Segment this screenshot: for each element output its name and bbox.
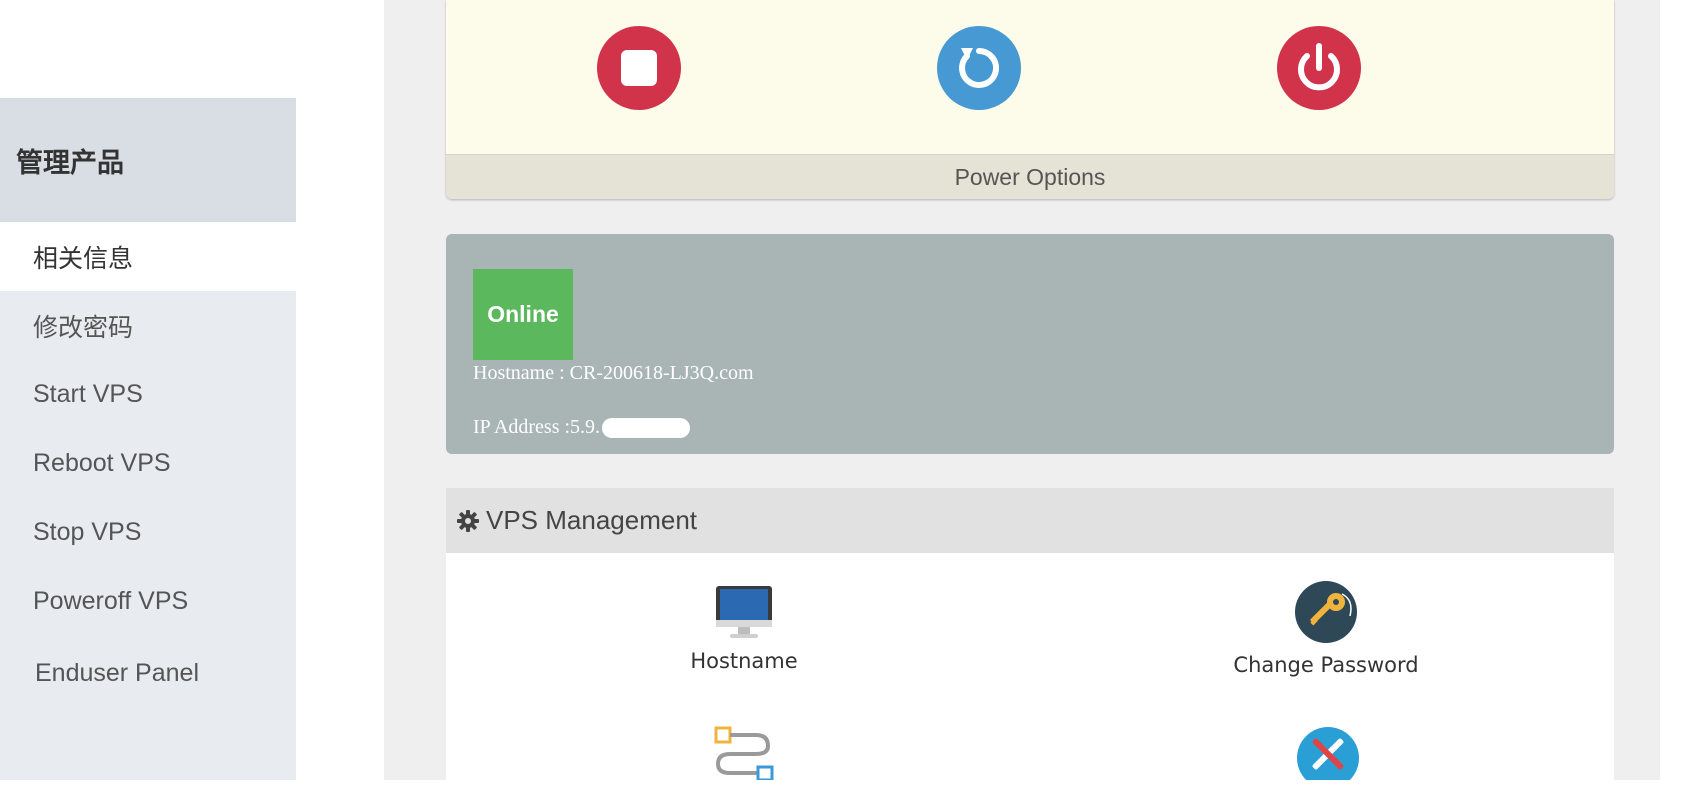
- sidebar-item-info[interactable]: 相关信息: [0, 222, 296, 291]
- sidebar-title: 管理产品: [0, 98, 296, 222]
- status-badge: Online: [473, 269, 573, 360]
- network-icon: [712, 726, 776, 785]
- power-options-panel: Power Options: [446, 0, 1614, 199]
- change-password-tile-label: Change Password: [1233, 653, 1419, 677]
- hostname-tile[interactable]: Hostname: [674, 580, 814, 673]
- sidebar: 管理产品 相关信息 修改密码 Start VPS Reboot VPS Stop…: [0, 0, 296, 780]
- page-edge: [1660, 0, 1684, 780]
- vps-status-panel: Online Hostname : CR-200618-LJ3Q.com IP …: [446, 234, 1614, 454]
- reboot-icon: [937, 26, 1021, 110]
- vps-management-panel: VPS Management Hostname Change Password: [446, 488, 1614, 785]
- ip-address-info: IP Address :5.9.: [473, 416, 691, 439]
- sidebar-item-start-vps[interactable]: Start VPS: [0, 360, 296, 429]
- vps-management-title: VPS Management: [486, 505, 698, 535]
- monitor-icon: [714, 580, 774, 645]
- sidebar-item-enduser-panel[interactable]: Enduser Panel: [0, 636, 296, 711]
- stop-button[interactable]: [597, 26, 681, 110]
- sidebar-item-reboot-vps[interactable]: Reboot VPS: [0, 429, 296, 498]
- sidebar-item-poweroff-vps[interactable]: Poweroff VPS: [0, 567, 296, 636]
- sidebar-menu: 相关信息 修改密码 Start VPS Reboot VPS Stop VPS …: [0, 222, 296, 780]
- ip-address-text: IP Address :5.9.: [473, 416, 601, 438]
- network-tile[interactable]: [704, 726, 784, 785]
- power-icon: [1277, 26, 1361, 110]
- hostname-info: Hostname : CR-200618-LJ3Q.com: [473, 362, 754, 384]
- sidebar-item-change-password[interactable]: 修改密码: [0, 291, 296, 360]
- power-options-label: Power Options: [446, 154, 1614, 199]
- reboot-button[interactable]: [937, 26, 1021, 110]
- vps-management-header: VPS Management: [446, 488, 1614, 553]
- poweroff-button[interactable]: [1277, 26, 1361, 110]
- key-icon: [1294, 580, 1358, 649]
- redacted-ip: [602, 417, 691, 438]
- sidebar-item-stop-vps[interactable]: Stop VPS: [0, 498, 296, 567]
- tools-icon: [1296, 726, 1360, 785]
- hostname-tile-label: Hostname: [690, 649, 798, 673]
- gear-icon: [456, 509, 480, 533]
- tools-tile[interactable]: [1288, 726, 1368, 785]
- stop-icon: [597, 26, 681, 110]
- change-password-tile[interactable]: Change Password: [1226, 580, 1426, 677]
